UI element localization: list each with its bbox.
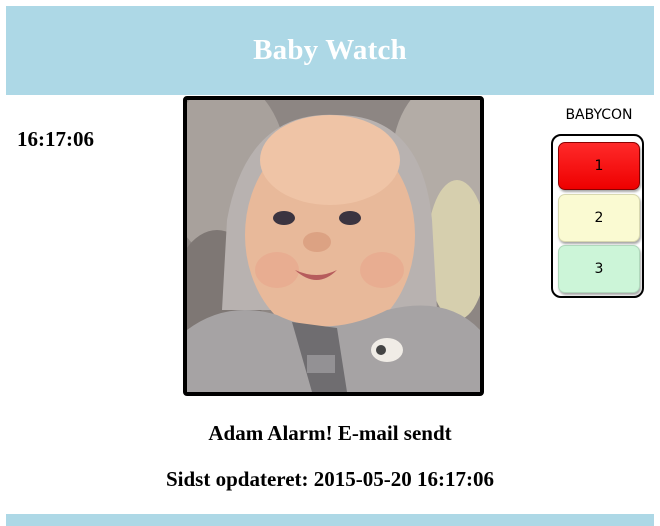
last-updated: Sidst opdateret: 2015-05-20 16:17:06	[0, 467, 660, 492]
baby-photo-image	[187, 100, 480, 392]
current-time: 16:17:06	[17, 127, 94, 151]
baby-photo	[183, 96, 484, 396]
babycon-panel: 1 2 3	[551, 134, 644, 298]
babycon-level-1-button[interactable]: 1	[558, 142, 640, 190]
header-bar: Baby Watch	[6, 6, 654, 95]
babycon-level-3-button[interactable]: 3	[558, 245, 640, 293]
babycon-label: BABYCON	[565, 107, 633, 123]
last-updated-label: Sidst opdateret:	[165, 467, 309, 491]
babycon-level-2-button[interactable]: 2	[558, 194, 640, 242]
footer-bar	[6, 514, 654, 526]
alarm-status-message: Adam Alarm! E-mail sendt	[208, 421, 452, 445]
last-updated-timestamp: 2015-05-20 16:17:06	[313, 467, 494, 491]
page-title: Baby Watch	[253, 34, 407, 66]
